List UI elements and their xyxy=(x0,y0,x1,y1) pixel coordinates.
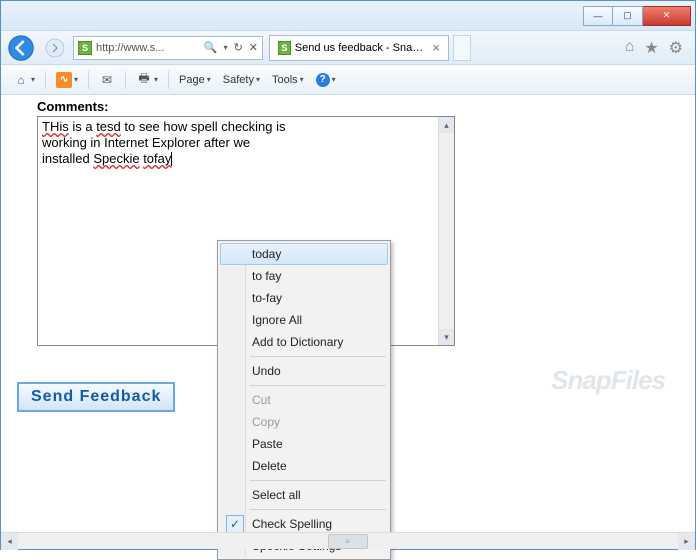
tab-title: Send us feedback - SnapFil... xyxy=(295,42,425,54)
favicon-icon: S xyxy=(78,41,92,55)
scroll-right-icon[interactable]: ▸ xyxy=(678,533,695,550)
rss-button[interactable]: ∿▾ xyxy=(52,70,82,90)
url-text: http://www.s... xyxy=(96,42,198,54)
home-button[interactable]: ⌂▾ xyxy=(9,70,39,90)
comments-label: Comments: xyxy=(37,99,679,114)
context-menu-separator xyxy=(250,509,386,510)
forward-button[interactable] xyxy=(39,34,71,62)
context-menu-separator xyxy=(250,356,386,357)
scroll-left-icon[interactable]: ◂ xyxy=(1,533,18,550)
context-menu-item[interactable]: Paste xyxy=(220,433,388,455)
context-menu-item[interactable]: to-fay xyxy=(220,287,388,309)
tab-favicon-icon: S xyxy=(278,41,291,55)
refresh-icon[interactable]: ↻ xyxy=(234,41,243,54)
minimize-button[interactable]: — xyxy=(583,6,613,26)
home-nav-icon[interactable]: ⌂ xyxy=(625,38,635,58)
titlebar: — ▢ ✕ xyxy=(1,1,695,31)
close-button[interactable]: ✕ xyxy=(643,6,691,26)
home-icon: ⌂ xyxy=(13,72,29,88)
context-menu-item[interactable]: Delete xyxy=(220,455,388,477)
stop-icon[interactable]: ✕ xyxy=(249,41,258,54)
page-content: Comments: THis is a tesd to see how spel… xyxy=(1,95,695,531)
new-tab-button[interactable] xyxy=(453,35,471,61)
settings-icon[interactable]: ⚙ xyxy=(669,38,683,58)
context-menu-separator xyxy=(250,385,386,386)
textarea-scrollbar[interactable]: ▴ ▾ xyxy=(438,117,454,345)
maximize-button[interactable]: ▢ xyxy=(613,6,643,26)
context-menu-item: Copy xyxy=(220,411,388,433)
browser-window: — ▢ ✕ S http://www.s... 🔍 ▾ ↻ ✕ S Send u… xyxy=(0,0,696,550)
tools-menu[interactable]: Tools▾ xyxy=(268,72,308,88)
context-menu-item[interactable]: Add to Dictionary xyxy=(220,331,388,353)
horizontal-scrollbar[interactable]: ◂ ≡ ▸ xyxy=(1,532,695,549)
back-button[interactable] xyxy=(5,34,37,62)
print-icon: 🖶 xyxy=(136,72,152,88)
context-menu-item[interactable]: Undo xyxy=(220,360,388,382)
search-icon[interactable]: 🔍 xyxy=(204,41,218,54)
page-menu[interactable]: Page▾ xyxy=(175,72,215,88)
context-menu: todayto fayto-fayIgnore AllAdd to Dictio… xyxy=(217,240,391,560)
navigation-bar: S http://www.s... 🔍 ▾ ↻ ✕ S Send us feed… xyxy=(1,31,695,65)
print-button[interactable]: 🖶▾ xyxy=(132,70,162,90)
scroll-down-icon[interactable]: ▾ xyxy=(439,329,454,345)
scroll-up-icon[interactable]: ▴ xyxy=(439,117,454,133)
context-menu-item[interactable]: to fay xyxy=(220,265,388,287)
context-menu-item[interactable]: Select all xyxy=(220,484,388,506)
scroll-thumb[interactable]: ≡ xyxy=(328,534,368,549)
context-menu-item[interactable]: today xyxy=(220,243,388,265)
rss-icon: ∿ xyxy=(56,72,72,88)
address-bar[interactable]: S http://www.s... 🔍 ▾ ↻ ✕ xyxy=(73,36,263,60)
watermark: SnapFiles xyxy=(551,365,665,396)
mail-icon: ✉ xyxy=(99,72,115,88)
browser-tab[interactable]: S Send us feedback - SnapFil... × xyxy=(269,35,449,61)
context-menu-item[interactable]: Ignore All xyxy=(220,309,388,331)
dropdown-icon[interactable]: ▾ xyxy=(224,43,228,52)
favorites-icon[interactable]: ★ xyxy=(644,38,658,58)
context-menu-separator xyxy=(250,480,386,481)
help-icon: ? xyxy=(316,73,330,87)
tab-close-icon[interactable]: × xyxy=(432,40,440,55)
check-icon: ✓ xyxy=(226,515,244,533)
help-button[interactable]: ?▾ xyxy=(312,71,340,89)
context-menu-item: Cut xyxy=(220,389,388,411)
command-toolbar: ⌂▾ ∿▾ ✉ 🖶▾ Page▾ Safety▾ Tools▾ ?▾ xyxy=(1,65,695,95)
send-feedback-button[interactable]: Send Feedback xyxy=(17,382,175,412)
window-controls: — ▢ ✕ xyxy=(583,6,691,26)
textarea-text: THis is a tesd to see how spell checking… xyxy=(42,119,450,167)
mail-button[interactable]: ✉ xyxy=(95,70,119,90)
safety-menu[interactable]: Safety▾ xyxy=(219,72,264,88)
